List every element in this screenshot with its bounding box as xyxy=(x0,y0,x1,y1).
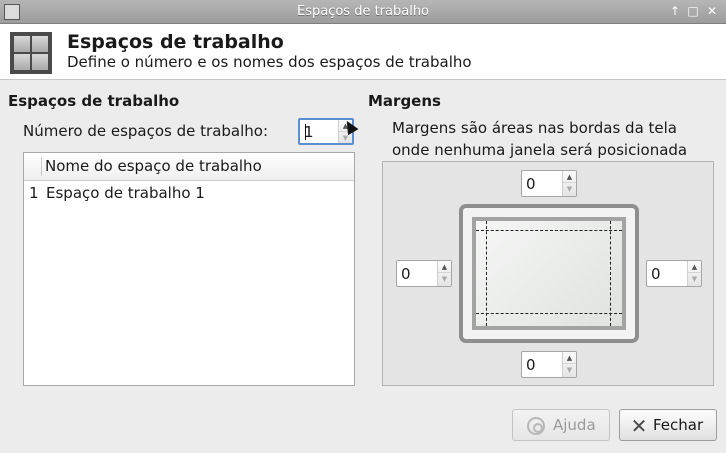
spinner-arrows[interactable]: ▲ ▼ xyxy=(437,261,451,286)
window-title: Espaços de trabalho xyxy=(296,4,430,19)
help-icon xyxy=(527,417,545,435)
spin-down-icon[interactable]: ▼ xyxy=(563,364,576,376)
header-subtitle: Define o número e os nomes dos espaços d… xyxy=(67,53,472,71)
column-separator xyxy=(41,157,42,176)
list-header[interactable]: Nome do espaço de trabalho xyxy=(24,153,354,181)
close-icon: ✕ xyxy=(630,414,648,438)
close-window-icon[interactable]: ✕ xyxy=(704,3,720,20)
spin-up-icon[interactable]: ▲ xyxy=(688,261,701,273)
header-title: Espaços de trabalho xyxy=(67,31,284,53)
spin-down-icon[interactable]: ▼ xyxy=(688,273,701,285)
screen-preview xyxy=(472,217,626,330)
close-button[interactable]: ✕ Fechar xyxy=(619,409,717,441)
spinner-arrows[interactable]: ▲ ▼ xyxy=(562,352,576,377)
maximize-icon[interactable]: □ xyxy=(685,3,701,20)
margins-description-line1: Margens são áreas nas bordas da tela xyxy=(392,119,677,137)
spinner-arrows[interactable]: ▲ ▼ xyxy=(562,171,576,196)
workspaces-icon xyxy=(10,32,52,74)
margin-top-input[interactable] xyxy=(522,171,562,196)
margin-right-input[interactable] xyxy=(647,261,687,286)
margin-left-spinner[interactable]: ▲ ▼ xyxy=(396,260,452,287)
margins-section-title: Margens xyxy=(368,92,441,110)
spin-up-icon[interactable]: ▲ xyxy=(563,352,576,364)
monitor-icon xyxy=(459,204,639,343)
close-button-label: Fechar xyxy=(653,416,704,434)
dialog-header: Espaços de trabalho Define o número e os… xyxy=(0,24,726,80)
help-button[interactable]: Ajuda xyxy=(512,409,610,441)
list-item-name[interactable]: Espaço de trabalho 1 xyxy=(46,184,205,202)
workspace-count-label: Número de espaços de trabalho: xyxy=(23,122,269,140)
column-header-name[interactable]: Nome do espaço de trabalho xyxy=(45,157,262,175)
margin-bottom-spinner[interactable]: ▲ ▼ xyxy=(521,351,577,378)
spinner-arrows[interactable]: ▲ ▼ xyxy=(687,261,701,286)
list-item[interactable]: 1 Espaço de trabalho 1 xyxy=(24,182,354,206)
help-button-label: Ajuda xyxy=(553,416,596,434)
margin-left-input[interactable] xyxy=(397,261,437,286)
workspaces-section-title: Espaços de trabalho xyxy=(8,92,180,110)
margin-bottom-input[interactable] xyxy=(522,352,562,377)
spin-down-icon[interactable]: ▼ xyxy=(438,273,451,285)
margins-description-line2: onde nenhuma janela será posicionada xyxy=(392,141,688,159)
margin-right-spinner[interactable]: ▲ ▼ xyxy=(646,260,702,287)
settings-window: Espaços de trabalho ↑ □ ✕ Espaços de tra… xyxy=(0,0,726,453)
spin-up-icon[interactable]: ▲ xyxy=(563,171,576,183)
title-bar[interactable]: Espaços de trabalho ↑ □ ✕ xyxy=(0,0,726,24)
spin-down-icon[interactable]: ▼ xyxy=(563,183,576,195)
margin-top-spinner[interactable]: ▲ ▼ xyxy=(521,170,577,197)
minimize-icon[interactable]: ↑ xyxy=(667,3,683,20)
margins-description: Margens são áreas nas bordas da tela ond… xyxy=(392,117,687,161)
text-cursor xyxy=(305,124,306,140)
workspace-list[interactable]: Nome do espaço de trabalho 1 Espaço de t… xyxy=(23,152,355,386)
spin-up-icon[interactable]: ▲ xyxy=(438,261,451,273)
list-item-index: 1 xyxy=(29,184,39,202)
